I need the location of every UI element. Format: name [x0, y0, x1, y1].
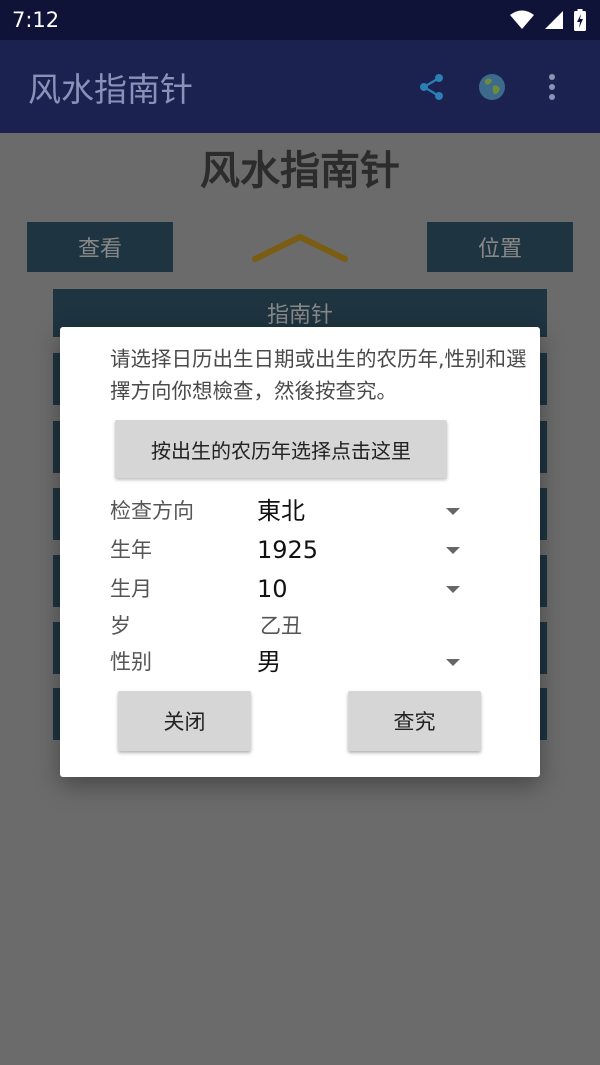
lunar-year-button[interactable]: 按出生的农历年选择点击这里 — [115, 420, 447, 478]
direction-label: 检查方向 — [110, 499, 194, 523]
app-title: 风水指南针 — [28, 69, 193, 109]
bg-bar-right — [539, 555, 547, 607]
bg-bar-right — [539, 488, 547, 540]
direction-select[interactable]: 检查方向 東北 — [60, 493, 540, 529]
bg-bar-right — [539, 688, 547, 740]
birth-year-label: 生年 — [110, 538, 152, 562]
bg-bar-right — [539, 622, 547, 674]
globe-icon[interactable] — [462, 57, 522, 117]
more-vert-icon[interactable] — [522, 57, 582, 117]
birth-year-value: 1925 — [257, 536, 319, 564]
check-button[interactable]: 查究 — [348, 691, 481, 751]
birth-month-label: 生月 — [110, 577, 152, 601]
view-button[interactable]: 查看 — [27, 222, 173, 272]
birth-month-select[interactable]: 生月 10 — [60, 571, 540, 607]
dropdown-arrow-icon — [446, 547, 460, 554]
gender-label: 性别 — [110, 650, 152, 674]
app-bar: 风水指南针 — [0, 40, 600, 133]
cell-signal-icon — [545, 11, 563, 29]
gender-select[interactable]: 性别 男 — [60, 644, 540, 680]
dialog-instruction: 请选择日历出生日期或出生的农历年,性别和選擇方向你想檢查，然後按查究。 — [110, 347, 527, 403]
position-button[interactable]: 位置 — [427, 222, 573, 272]
dropdown-arrow-icon — [446, 659, 460, 666]
bg-bar-right — [539, 353, 547, 405]
bg-bar-right — [539, 421, 547, 473]
gender-value: 男 — [257, 648, 281, 676]
status-time: 7:12 — [12, 8, 60, 32]
dropdown-arrow-icon — [446, 508, 460, 515]
chevron-up-icon — [252, 233, 348, 262]
birth-year-select[interactable]: 生年 1925 — [60, 532, 540, 568]
wifi-icon — [510, 10, 534, 29]
battery-charging-icon — [574, 9, 586, 31]
sui-row: 岁 乙丑 — [60, 608, 540, 644]
status-bar: 7:12 — [0, 0, 600, 40]
status-icons — [510, 9, 586, 31]
birth-info-dialog: 请选择日历出生日期或出生的农历年,性别和選擇方向你想檢查，然後按查究。 按出生的… — [60, 327, 540, 777]
page-title: 风水指南针 — [200, 148, 400, 194]
sui-value: 乙丑 — [260, 614, 302, 638]
birth-month-value: 10 — [257, 575, 288, 603]
sui-label: 岁 — [110, 614, 131, 638]
close-button[interactable]: 关闭 — [118, 691, 251, 751]
dropdown-arrow-icon — [446, 586, 460, 593]
direction-value: 東北 — [257, 497, 305, 525]
share-icon[interactable] — [402, 57, 462, 117]
